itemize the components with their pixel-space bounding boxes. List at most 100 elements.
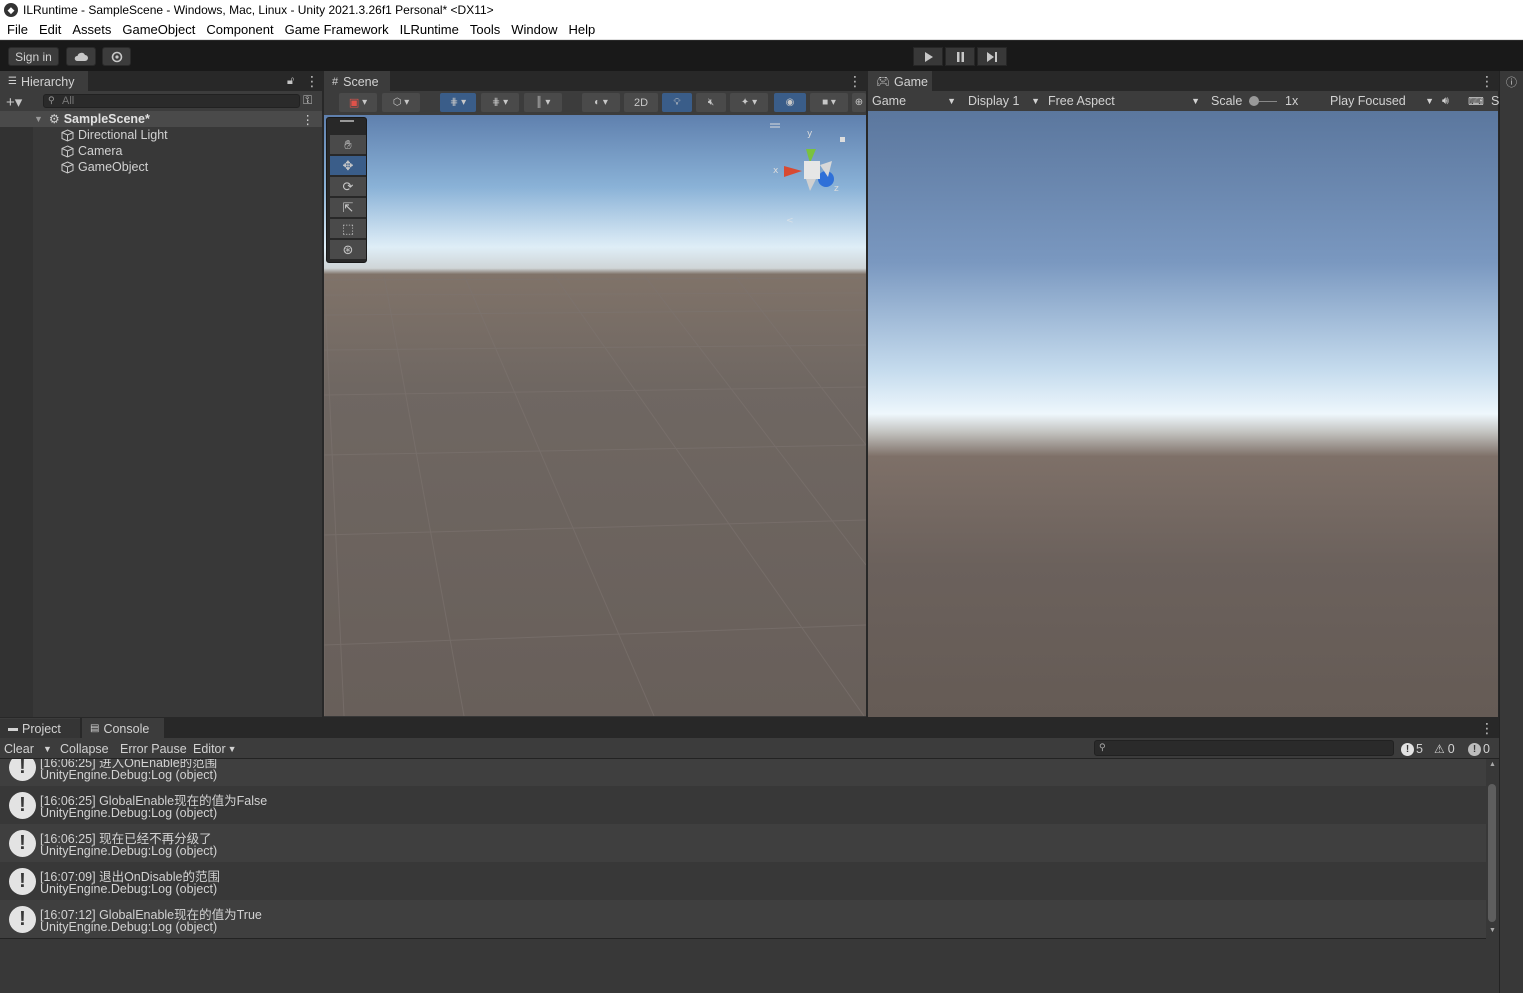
draw-mode-dropdown[interactable]: ▣ ▾ (339, 93, 377, 112)
scene-row[interactable]: ▼ ⚙ SampleScene* ⋮ (0, 111, 322, 127)
game-view-select[interactable]: Game ▼ (872, 91, 958, 111)
warning-count-toggle[interactable]: ⚠ 0 (1434, 740, 1455, 758)
play-button[interactable] (913, 47, 943, 66)
clear-options-dropdown[interactable]: ▼ (43, 740, 52, 758)
expand-arrow-icon[interactable]: ▼ (34, 114, 43, 124)
panel-menu-icon[interactable]: ⋮ (1480, 721, 1494, 735)
rect-tool-button[interactable]: ⬚ (330, 219, 366, 238)
scale-tool-button[interactable]: ⇱ (330, 198, 366, 217)
services-button[interactable] (102, 47, 131, 66)
menu-window[interactable]: Window (511, 22, 557, 37)
clear-button[interactable]: Clear (4, 740, 34, 758)
hierarchy-item-label: Directional Light (78, 128, 168, 142)
console-scrollbar[interactable]: ▲ ▼ (1486, 759, 1499, 939)
menu-tools[interactable]: Tools (470, 22, 500, 37)
hierarchy-gutter (0, 113, 33, 717)
info-icon[interactable]: ⓘ (1506, 74, 1517, 90)
effects-dropdown[interactable]: ✦ ▾ (730, 93, 768, 112)
panel-menu-icon[interactable]: ⋮ (305, 74, 319, 88)
hierarchy-item[interactable]: Directional Light (0, 127, 322, 143)
pause-button[interactable] (945, 47, 975, 66)
transform-icon: ⊛ (342, 241, 354, 257)
menu-component[interactable]: Component (206, 22, 273, 37)
log-trace: UnityEngine.Debug:Log (object) (40, 920, 218, 934)
step-icon (986, 51, 997, 62)
shading-mode-dropdown[interactable]: ◐ ▾ (582, 93, 620, 112)
tab-game[interactable]: 🎮︎ Game (868, 71, 932, 91)
overlay-drag-handle[interactable] (340, 120, 354, 122)
menu-file[interactable]: File (7, 22, 28, 37)
lighting-toggle[interactable]: 💡︎ (662, 93, 692, 112)
log-entry[interactable]: ! [16:07:12] GlobalEnable现在的值为True Unity… (0, 900, 1486, 938)
scroll-up-icon[interactable]: ▲ (1489, 761, 1496, 768)
menu-help[interactable]: Help (568, 22, 595, 37)
rect-icon: ⬚ (341, 220, 355, 236)
aspect-select[interactable]: Free Aspect ▼ (1048, 91, 1200, 111)
scene-viewport[interactable]: ✋︎ ✥ ⟳ ⇱ ⬚ ⊛ y x z < (324, 115, 866, 716)
hierarchy-tab-strip: ☰ Hierarchy (0, 71, 322, 91)
grid-snap-increment-dropdown[interactable]: ⋕ ▾ (481, 93, 519, 112)
move-tool-button[interactable]: ✥ (330, 156, 366, 175)
menu-game-framework[interactable]: Game Framework (285, 22, 389, 37)
increment-snap-dropdown[interactable]: ║ ▾ (524, 93, 562, 112)
scale-slider-thumb[interactable] (1249, 96, 1259, 106)
info-log-icon: ! (9, 759, 36, 781)
tab-scene[interactable]: # Scene (324, 71, 390, 91)
display-select[interactable]: Display 1 ▼ (968, 91, 1040, 111)
hierarchy-search-input[interactable]: ⚲ All (43, 94, 300, 108)
stats-keyboard-toggle[interactable]: ⌨ (1468, 91, 1484, 111)
log-entry[interactable]: ! [16:06:25] GlobalEnable现在的值为False Unit… (0, 786, 1486, 824)
rotate-tool-button[interactable]: ⟳ (330, 177, 366, 196)
menu-assets[interactable]: Assets (72, 22, 111, 37)
editor-dropdown-label: Editor (193, 742, 226, 756)
window-title: ILRuntime - SampleScene - Windows, Mac, … (23, 3, 494, 17)
log-count-toggle[interactable]: ! 5 (1401, 740, 1423, 758)
mute-audio-toggle[interactable]: 🔊︎ (1442, 91, 1449, 111)
log-entry[interactable]: ! [16:06:25] 现在已经不再分级了 UnityEngine.Debug… (0, 824, 1486, 862)
menu-gameobject[interactable]: GameObject (122, 22, 195, 37)
render-mode-dropdown[interactable]: ⬡ ▾ (382, 93, 420, 112)
unity-logo-icon: ◆ (4, 3, 18, 17)
scene-visibility-toggle[interactable]: ◉ (774, 93, 806, 112)
editor-dropdown[interactable]: Editor ▼ (193, 740, 237, 758)
log-entry[interactable]: ! [16:06:25] 进入OnEnable的范围 UnityEngine.D… (0, 759, 1486, 786)
hierarchy-item[interactable]: GameObject (0, 159, 322, 175)
camera-settings-dropdown[interactable]: ■ ▾ (810, 93, 848, 112)
menu-edit[interactable]: Edit (39, 22, 61, 37)
panel-menu-icon[interactable]: ⋮ (848, 74, 862, 88)
tab-project[interactable]: ▬ Project (0, 718, 80, 738)
grid-snap-toggle[interactable]: ⋕ ▾ (440, 93, 476, 112)
scroll-down-icon[interactable]: ▼ (1489, 927, 1496, 934)
scene-menu-icon[interactable]: ⋮ (302, 112, 315, 127)
game-viewport[interactable] (868, 111, 1498, 717)
light-bulb-icon: 💡︎ (673, 97, 681, 108)
step-button[interactable] (977, 47, 1007, 66)
warning-count: 0 (1447, 742, 1455, 756)
hand-tool-button[interactable]: ✋︎ (330, 135, 366, 154)
lock-icon[interactable]: 🔓︎ (287, 74, 294, 88)
play-mode-select[interactable]: Play Focused ▼ (1330, 91, 1434, 111)
hierarchy-item[interactable]: Camera (0, 143, 322, 159)
collapse-toggle[interactable]: Collapse (60, 740, 109, 758)
sign-in-button[interactable]: Sign in (8, 47, 59, 66)
transform-tool-button[interactable]: ⊛ (330, 240, 366, 259)
error-count-toggle[interactable]: ! 0 (1468, 740, 1490, 758)
audio-toggle[interactable]: 🔇︎ (696, 93, 726, 112)
panel-menu-icon[interactable]: ⋮ (1480, 74, 1494, 88)
chevron-down-icon: ▼ (1031, 96, 1040, 106)
tab-hierarchy[interactable]: ☰ Hierarchy (0, 71, 88, 91)
scene-orientation-gizmo[interactable]: y x z < (764, 121, 854, 231)
search-by-type-icon[interactable]: ⚿ (303, 93, 312, 108)
scrollbar-thumb[interactable] (1488, 784, 1496, 922)
cloud-button[interactable] (66, 47, 96, 66)
error-pause-toggle[interactable]: Error Pause (120, 740, 187, 758)
create-add-button[interactable]: +▾ (6, 93, 22, 111)
tab-console[interactable]: ▤ Console (82, 718, 164, 738)
scale-value: 1x (1285, 94, 1299, 108)
toggle-2d-button[interactable]: 2D (624, 93, 658, 112)
log-entry[interactable]: ! [16:07:09] 退出OnDisable的范围 UnityEngine.… (0, 862, 1486, 900)
console-search-input[interactable]: ⚲ (1094, 740, 1394, 756)
svg-text:z: z (834, 184, 839, 194)
menu-ilruntime[interactable]: ILRuntime (400, 22, 459, 37)
gizmos-button[interactable]: ⊕ (852, 93, 866, 112)
